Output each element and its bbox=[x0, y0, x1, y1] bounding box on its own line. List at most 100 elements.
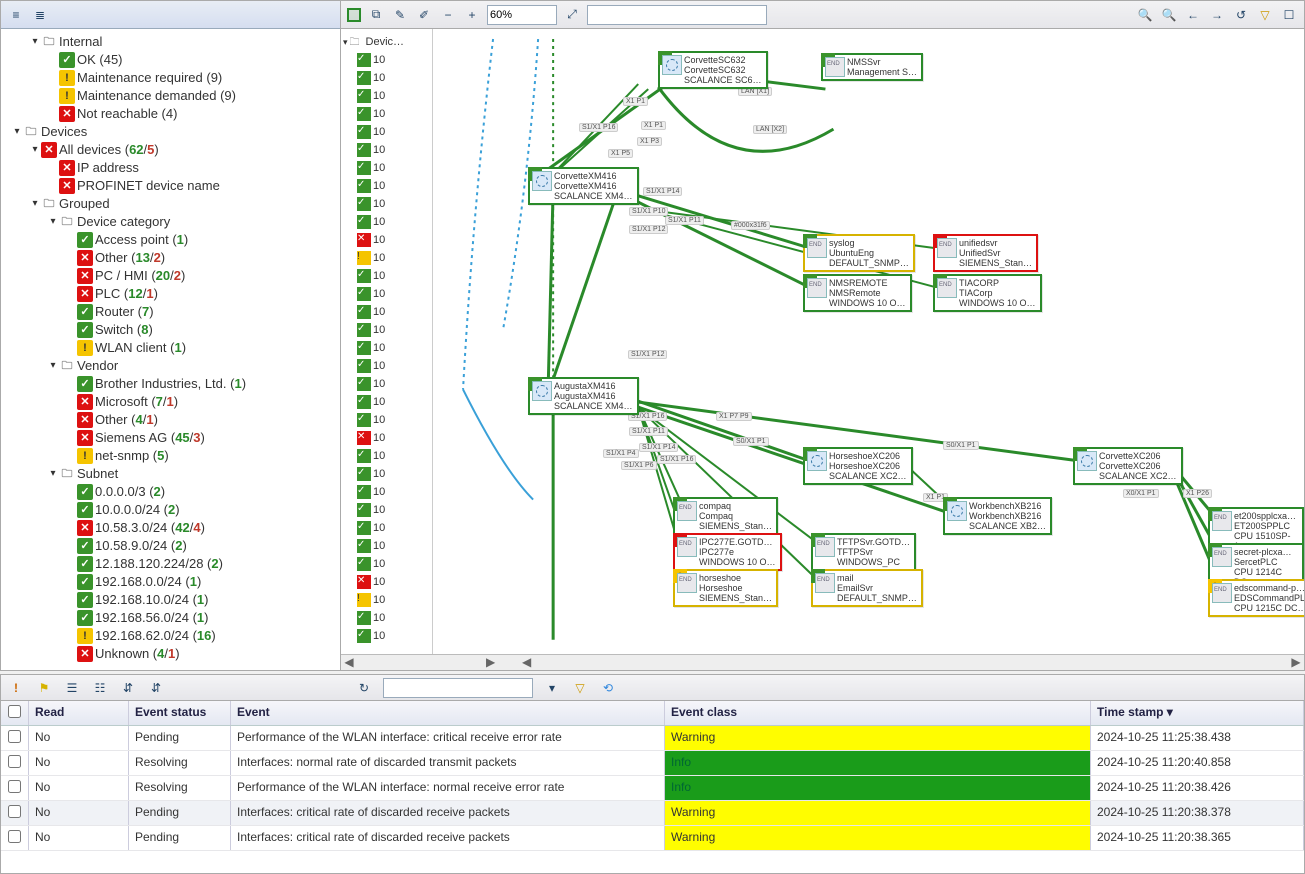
tree-row[interactable]: ✓10.58.9.0/24 (2) bbox=[5, 537, 340, 555]
alert-icon[interactable]: ! bbox=[7, 679, 25, 697]
find-next-icon[interactable]: 🔍 bbox=[1160, 6, 1178, 24]
tree-row[interactable]: ✕Not reachable (4) bbox=[5, 105, 340, 123]
event-row[interactable]: NoPendingInterfaces: critical rate of di… bbox=[1, 801, 1304, 826]
tree-row[interactable]: ✓10.0.0.0/24 (2) bbox=[5, 501, 340, 519]
list1-icon[interactable]: ☰ bbox=[63, 679, 81, 697]
col-timestamp[interactable]: Time stamp ▾ bbox=[1091, 701, 1304, 725]
mini-tree-row[interactable]: ✓10 bbox=[343, 501, 430, 519]
device-tree[interactable]: ▾🗀Internal✓OK (45)!Maintenance required … bbox=[1, 29, 340, 670]
mini-tree-row[interactable]: ✓10 bbox=[343, 51, 430, 69]
event-row[interactable]: NoResolvingInterfaces: normal rate of di… bbox=[1, 751, 1304, 776]
mini-tree-row[interactable]: ✓10 bbox=[343, 321, 430, 339]
tree-row[interactable]: ✓192.168.0.0/24 (1) bbox=[5, 573, 340, 591]
topology-search-input[interactable] bbox=[587, 5, 767, 25]
mini-tree-row[interactable]: ✕10 bbox=[343, 231, 430, 249]
device-mini-tree[interactable]: ▾ 🗀 Devic… ✓10✓10✓10✓10✓10✓10✓10✓10✓10✓1… bbox=[341, 29, 433, 654]
node-edscommand-plc[interactable]: ! edscommand-p…EDSCommandPLCCPU 1215C DC… bbox=[1208, 579, 1304, 617]
mini-tree-row[interactable]: ✓10 bbox=[343, 123, 430, 141]
mini-tree-row[interactable]: ✓10 bbox=[343, 87, 430, 105]
node-tftpsvr[interactable]: ✓ TFTPSvr.GOTD…TFTPSvrWINDOWS_PC bbox=[811, 533, 916, 571]
ack-icon[interactable]: ⚑ bbox=[35, 679, 53, 697]
mini-tree-row[interactable]: ✓10 bbox=[343, 141, 430, 159]
node-ipc277e[interactable]: ✕ IPC277E.GOTD…IPC277eWINDOWS 10 O… bbox=[673, 533, 782, 571]
tree-row[interactable]: ✓Router (7) bbox=[5, 303, 340, 321]
mini-tree-row[interactable]: ✓10 bbox=[343, 195, 430, 213]
mini-tree-row[interactable]: ✓10 bbox=[343, 159, 430, 177]
tree-row[interactable]: ▾🗀Grouped bbox=[5, 195, 340, 213]
mini-tree-row[interactable]: ✓10 bbox=[343, 447, 430, 465]
tree-row[interactable]: !Maintenance demanded (9) bbox=[5, 87, 340, 105]
tree-row[interactable]: ▾🗀Devices bbox=[5, 123, 340, 141]
event-row[interactable]: NoResolvingPerformance of the WLAN inter… bbox=[1, 776, 1304, 801]
event-row-checkbox[interactable] bbox=[8, 755, 21, 768]
tree-row[interactable]: ▾🗀Vendor bbox=[5, 357, 340, 375]
tree-row[interactable]: ✕PROFINET device name bbox=[5, 177, 340, 195]
col-event[interactable]: Event bbox=[231, 701, 665, 725]
node-nmssvr[interactable]: ✓ NMSSvrManagement S… bbox=[821, 53, 923, 81]
tree-row[interactable]: ✓192.168.10.0/24 (1) bbox=[5, 591, 340, 609]
tree-row[interactable]: ▾🗀Internal bbox=[5, 33, 340, 51]
tree-row[interactable]: ✕PLC (12/1) bbox=[5, 285, 340, 303]
sort1-icon[interactable]: ⇵ bbox=[119, 679, 137, 697]
tree-row[interactable]: !192.168.62.0/24 (16) bbox=[5, 627, 340, 645]
node-syslog[interactable]: ✓ syslogUbuntuEngDEFAULT_SNMP… bbox=[803, 234, 915, 272]
event-row[interactable]: NoPendingInterfaces: critical rate of di… bbox=[1, 826, 1304, 851]
mini-tree-row[interactable]: ✓10 bbox=[343, 267, 430, 285]
zoom-in-icon[interactable]: + bbox=[463, 6, 481, 24]
col-read[interactable]: Read bbox=[29, 701, 129, 725]
tree-row[interactable]: ▾✕All devices (62/5) bbox=[5, 141, 340, 159]
refresh-events-icon[interactable]: ↻ bbox=[355, 679, 373, 697]
tree-row[interactable]: ✕Siemens AG (45/3) bbox=[5, 429, 340, 447]
col-class[interactable]: Event class bbox=[665, 701, 1091, 725]
tree-row[interactable]: ✕IP address bbox=[5, 159, 340, 177]
mini-tree-row[interactable]: ✓10 bbox=[343, 375, 430, 393]
event-row-checkbox[interactable] bbox=[8, 805, 21, 818]
mini-tree-row[interactable]: ✓10 bbox=[343, 627, 430, 645]
mini-tree-row[interactable]: ✓10 bbox=[343, 483, 430, 501]
event-row-checkbox[interactable] bbox=[8, 780, 21, 793]
tree-toggle-icon[interactable]: ▾ bbox=[29, 33, 41, 51]
event-row[interactable]: NoPendingPerformance of the WLAN interfa… bbox=[1, 726, 1304, 751]
tree-row[interactable]: ✕PC / HMI (20/2) bbox=[5, 267, 340, 285]
tree-row[interactable]: ▾🗀Subnet bbox=[5, 465, 340, 483]
tree-row[interactable]: ✕10.58.3.0/24 (42/4) bbox=[5, 519, 340, 537]
tree-toggle-icon[interactable]: ▾ bbox=[47, 465, 59, 483]
tree-row[interactable]: ✕Microsoft (7/1) bbox=[5, 393, 340, 411]
tree-row[interactable]: ✓0.0.0.0/3 (2) bbox=[5, 483, 340, 501]
mini-tree-row[interactable]: ✓10 bbox=[343, 105, 430, 123]
zoom-out-icon[interactable]: − bbox=[439, 6, 457, 24]
mini-tree-row[interactable]: ✕10 bbox=[343, 573, 430, 591]
events-search-dropdown-icon[interactable]: ▾ bbox=[543, 679, 561, 697]
tree-row[interactable]: !WLAN client (1) bbox=[5, 339, 340, 357]
tree-row[interactable]: ▾🗀Device category bbox=[5, 213, 340, 231]
fullscreen-icon[interactable]: ⤢ bbox=[563, 6, 581, 24]
tree-toggle-icon[interactable]: ▾ bbox=[29, 195, 41, 213]
back-icon[interactable]: ← bbox=[1184, 6, 1202, 24]
mini-tree-row[interactable]: ✓10 bbox=[343, 519, 430, 537]
node-augusta-xm416[interactable]: ✓ AugustaXM416AugustaXM416SCALANCE XM4… bbox=[528, 377, 639, 415]
events-filter-icon[interactable]: ▽ bbox=[571, 679, 589, 697]
mini-tree-row[interactable]: !10 bbox=[343, 591, 430, 609]
event-row-checkbox[interactable] bbox=[8, 730, 21, 743]
node-unifiedsvr[interactable]: ✕ unifiedsvrUnifiedSvrSIEMENS_Stan… bbox=[933, 234, 1038, 272]
tree-row[interactable]: ✓Switch (8) bbox=[5, 321, 340, 339]
mini-tree-row[interactable]: ✓10 bbox=[343, 177, 430, 195]
mini-tree-row[interactable]: ✓10 bbox=[343, 69, 430, 87]
filter-icon[interactable]: ▽ bbox=[1256, 6, 1274, 24]
events-select-all[interactable] bbox=[8, 705, 21, 718]
mini-tree-row[interactable]: ✓10 bbox=[343, 357, 430, 375]
events-body[interactable]: NoPendingPerformance of the WLAN interfa… bbox=[1, 726, 1304, 873]
mini-tree-row[interactable]: ✓10 bbox=[343, 339, 430, 357]
node-tiacorp[interactable]: ✓ TIACORPTIACorpWINDOWS 10 O… bbox=[933, 274, 1042, 312]
mini-tree-row[interactable]: ✓10 bbox=[343, 303, 430, 321]
mini-tree-row[interactable]: ✓10 bbox=[343, 465, 430, 483]
event-row-checkbox[interactable] bbox=[8, 830, 21, 843]
tree-row[interactable]: ✓Brother Industries, Ltd. (1) bbox=[5, 375, 340, 393]
node-corvette-xm416[interactable]: ✓ CorvetteXM416CorvetteXM416SCALANCE XM4… bbox=[528, 167, 639, 205]
tree-row[interactable]: ✕Other (4/1) bbox=[5, 411, 340, 429]
events-clear-icon[interactable]: ⟲ bbox=[599, 679, 617, 697]
node-mail[interactable]: ✓ mailEmailSvrDEFAULT_SNMP… bbox=[811, 569, 923, 607]
node-nmsremote[interactable]: ✓ NMSREMOTENMSRemoteWINDOWS 10 O… bbox=[803, 274, 912, 312]
sort2-icon[interactable]: ⇵ bbox=[147, 679, 165, 697]
canvas-h-scrollbar[interactable]: ◀▶ ◀▶ bbox=[341, 654, 1304, 670]
